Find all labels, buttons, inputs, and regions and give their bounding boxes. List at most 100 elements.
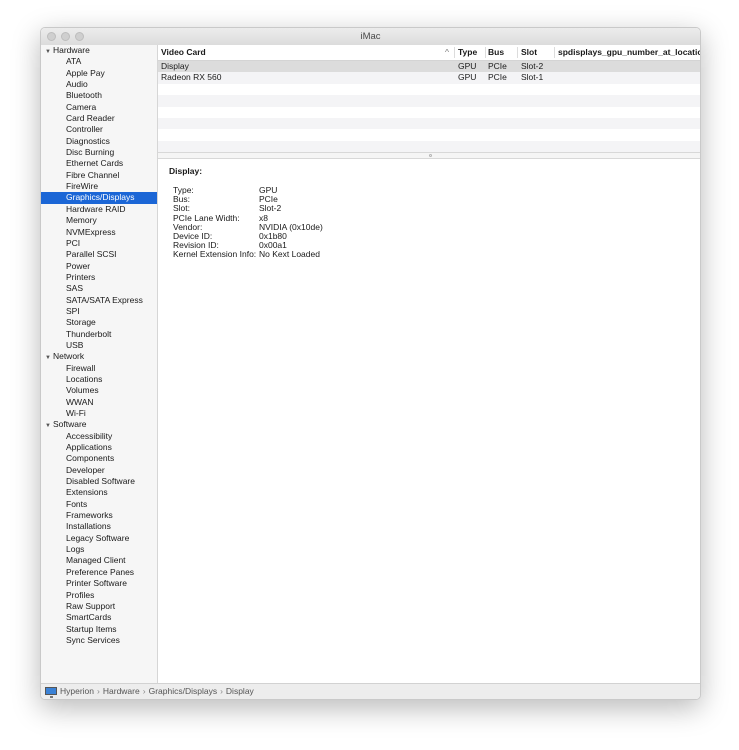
breadcrumb-item-hardware[interactable]: Hardware <box>103 686 140 696</box>
sidebar-item-storage[interactable]: Storage <box>41 317 157 328</box>
sidebar-item-wwan[interactable]: WWAN <box>41 397 157 408</box>
sidebar-item-preference-panes[interactable]: Preference Panes <box>41 567 157 578</box>
sidebar-item-logs[interactable]: Logs <box>41 544 157 555</box>
table-row-empty <box>158 129 700 140</box>
sidebar-item-apple-pay[interactable]: Apple Pay <box>41 68 157 79</box>
sidebar-item-raw-support[interactable]: Raw Support <box>41 601 157 612</box>
column-separator <box>554 47 555 58</box>
column-header-bus[interactable]: Bus <box>488 45 504 60</box>
sidebar-item-profiles[interactable]: Profiles <box>41 590 157 601</box>
sidebar-item-startup-items[interactable]: Startup Items <box>41 624 157 635</box>
breadcrumb-item-graphics-displays[interactable]: Graphics/Displays <box>149 686 218 696</box>
sidebar-item-nvmexpress[interactable]: NVMExpress <box>41 227 157 238</box>
detail-key: Kernel Extension Info: <box>173 249 257 260</box>
sidebar-item-graphics-displays[interactable]: Graphics/Displays <box>41 192 157 204</box>
sidebar-item-power[interactable]: Power <box>41 261 157 272</box>
column-header-video-card[interactable]: Video Card <box>161 45 206 60</box>
sidebar-item-installations[interactable]: Installations <box>41 521 157 532</box>
sidebar-group-network[interactable]: ▼ Network <box>41 351 157 362</box>
cell-bus: PCIe <box>488 72 507 83</box>
column-header-slot[interactable]: Slot <box>521 45 537 60</box>
sidebar-item-hardware-raid[interactable]: Hardware RAID <box>41 204 157 215</box>
sidebar-item-applications[interactable]: Applications <box>41 442 157 453</box>
sidebar-item-frameworks[interactable]: Frameworks <box>41 510 157 521</box>
table-row-empty <box>158 118 700 130</box>
sidebar-item-sas[interactable]: SAS <box>41 283 157 294</box>
path-bar: Hyperion › Hardware › Graphics/Displays › Disp… <box>41 683 700 699</box>
sidebar-item-thunderbolt[interactable]: Thunderbolt <box>41 329 157 340</box>
disclosure-triangle-icon[interactable]: ▼ <box>45 355 51 361</box>
detail-value: No Kext Loaded <box>259 249 320 260</box>
sidebar-item-smartcards[interactable]: SmartCards <box>41 612 157 623</box>
disclosure-triangle-icon[interactable]: ▼ <box>45 49 51 55</box>
sidebar-item-memory[interactable]: Memory <box>41 215 157 226</box>
sidebar-item-camera[interactable]: Camera <box>41 102 157 113</box>
sidebar-item-printer-software[interactable]: Printer Software <box>41 578 157 589</box>
sidebar-item-disabled-software[interactable]: Disabled Software <box>41 476 157 487</box>
sidebar-item-wi-fi[interactable]: Wi-Fi <box>41 408 157 419</box>
sidebar-item-spi[interactable]: SPI <box>41 306 157 317</box>
system-information-window: iMac ▼ Hardware ATA Apple Pay Audio Bluetooth… <box>40 27 701 700</box>
sidebar-group-software[interactable]: ▼ Software <box>41 419 157 430</box>
sidebar-group-hardware[interactable]: ▼ Hardware <box>41 45 157 56</box>
sidebar-item-diagnostics[interactable]: Diagnostics <box>41 136 157 147</box>
breadcrumb-separator-icon: › <box>97 686 100 696</box>
sidebar-item-ata[interactable]: ATA <box>41 56 157 67</box>
sidebar-item-legacy-software[interactable]: Legacy Software <box>41 533 157 544</box>
sidebar-item-volumes[interactable]: Volumes <box>41 385 157 396</box>
sidebar-item-managed-client[interactable]: Managed Client <box>41 555 157 566</box>
cell-bus: PCIe <box>488 61 507 71</box>
sidebar-item-pci[interactable]: PCI <box>41 238 157 249</box>
sidebar: ▼ Hardware ATA Apple Pay Audio Bluetooth Camer… <box>41 45 158 683</box>
sidebar-item-accessibility[interactable]: Accessibility <box>41 431 157 442</box>
sidebar-group-label: Software <box>52 419 87 430</box>
detail-pane: Display: Type: GPU Bus: PCIe Slot: Slot-2 PCIe… <box>158 158 700 683</box>
sidebar-item-components[interactable]: Components <box>41 453 157 464</box>
cell-type: GPU <box>458 61 477 71</box>
cell-type: GPU <box>458 72 477 83</box>
sidebar-item-card-reader[interactable]: Card Reader <box>41 113 157 124</box>
sidebar-group-label: Hardware <box>52 45 90 55</box>
sidebar-group-label: Network <box>52 351 85 362</box>
column-header-type[interactable]: Type <box>458 45 477 60</box>
breadcrumb-item-hyperion[interactable]: Hyperion <box>60 686 94 696</box>
sidebar-item-firewall[interactable]: Firewall <box>41 363 157 374</box>
table-row-empty <box>158 107 700 118</box>
table-row[interactable]: Radeon RX 560 GPU PCIe Slot-1 <box>158 72 700 84</box>
sidebar-item-fonts[interactable]: Fonts <box>41 499 157 510</box>
detail-row-kernel-extension-info: Kernel Extension Info: No Kext Loaded <box>173 250 320 259</box>
table-row-empty <box>158 84 700 95</box>
table-row-empty <box>158 95 700 107</box>
table-row-empty <box>158 140 700 153</box>
sidebar-item-controller[interactable]: Controller <box>41 124 157 135</box>
sidebar-item-locations[interactable]: Locations <box>41 374 157 385</box>
sidebar-item-fibre-channel[interactable]: Fibre Channel <box>41 170 157 181</box>
sidebar-item-disc-burning[interactable]: Disc Burning <box>41 147 157 158</box>
divider-grip-icon <box>429 154 432 157</box>
sidebar-item-bluetooth[interactable]: Bluetooth <box>41 90 157 101</box>
sidebar-item-parallel-scsi[interactable]: Parallel SCSI <box>41 249 157 260</box>
sort-ascending-icon: ^ <box>445 47 449 57</box>
breadcrumb-item-display[interactable]: Display <box>226 686 254 696</box>
column-separator <box>517 47 518 58</box>
sidebar-item-usb[interactable]: USB <box>41 340 157 351</box>
sidebar-item-ethernet-cards[interactable]: Ethernet Cards <box>41 158 157 169</box>
title-bar[interactable]: iMac <box>41 28 700 46</box>
cell-slot: Slot-2 <box>521 61 544 71</box>
sidebar-item-printers[interactable]: Printers <box>41 272 157 283</box>
disclosure-triangle-icon[interactable]: ▼ <box>45 423 51 429</box>
column-header-gpu-number[interactable]: spdisplays_gpu_number_at_location <box>558 45 700 60</box>
sidebar-item-firewire[interactable]: FireWire <box>41 181 157 192</box>
table-row[interactable]: Display GPU PCIe Slot-2 <box>158 61 700 73</box>
detail-title: Display: <box>169 166 203 176</box>
column-separator <box>485 47 486 58</box>
sidebar-item-sync-services[interactable]: Sync Services <box>41 635 157 646</box>
sidebar-item-developer[interactable]: Developer <box>41 465 157 476</box>
sidebar-item-extensions[interactable]: Extensions <box>41 487 157 498</box>
cell-video-card: Radeon RX 560 <box>161 72 222 83</box>
cell-slot: Slot-1 <box>521 72 544 83</box>
sidebar-item-audio[interactable]: Audio <box>41 79 157 90</box>
breadcrumb-separator-icon: › <box>142 686 146 696</box>
sidebar-item-sata-sata-express[interactable]: SATA/SATA Express <box>41 295 157 306</box>
imac-icon <box>45 687 57 698</box>
